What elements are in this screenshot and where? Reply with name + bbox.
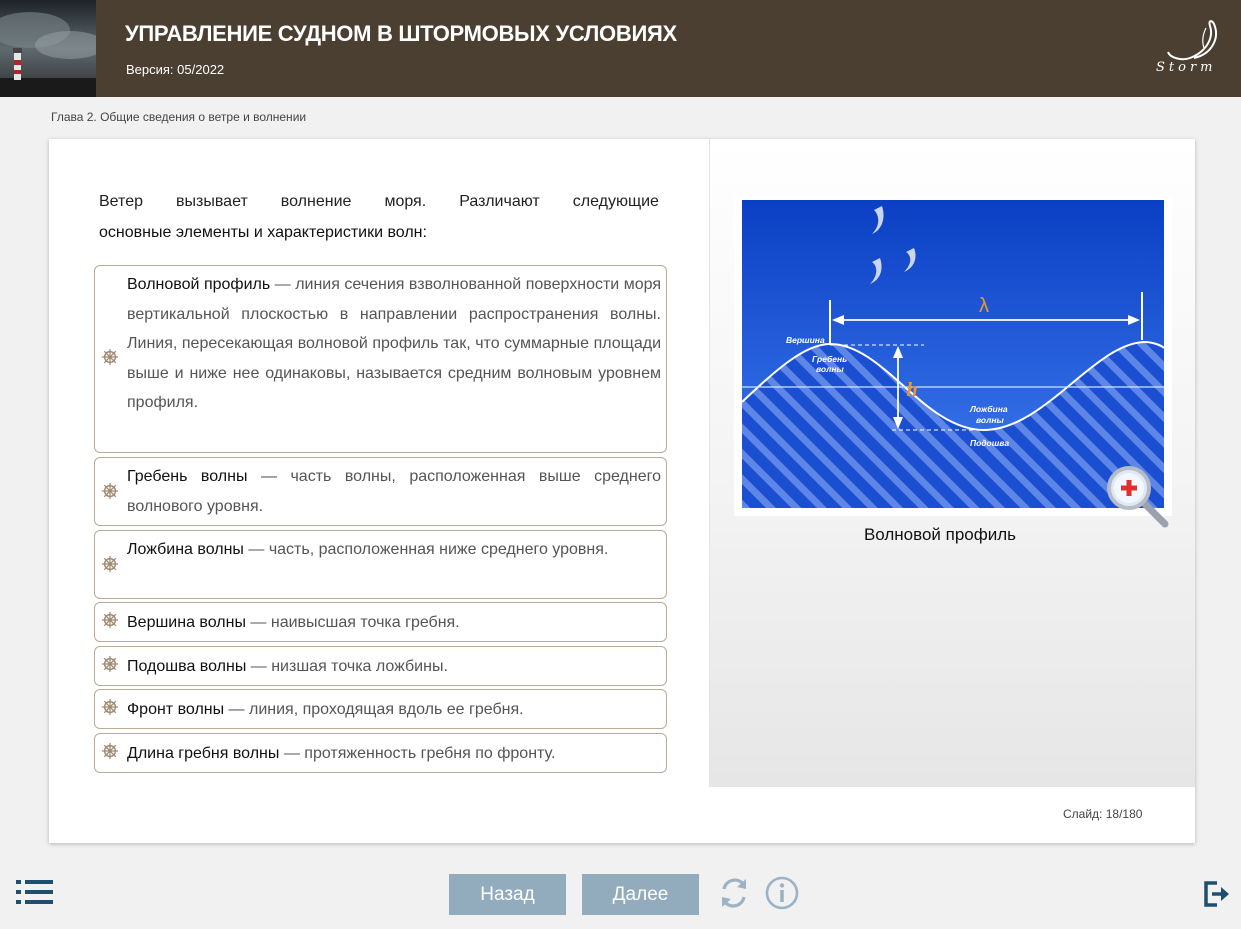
height-label: h bbox=[906, 379, 917, 401]
slide-counter-label: Слайд: bbox=[1063, 807, 1103, 821]
course-version: Версия: 05/2022 bbox=[126, 62, 225, 77]
lambda-label: λ bbox=[979, 295, 989, 317]
definition-body: наивысшая точка гребня. bbox=[270, 614, 460, 631]
intro-word: следующие bbox=[572, 193, 659, 210]
back-button[interactable]: Назад bbox=[449, 874, 566, 915]
definition-item-trough-bottom: Подошва волны — низшая точка ложбины. bbox=[94, 646, 667, 686]
ship-wheel-icon bbox=[101, 698, 119, 716]
crest-label-2: волны bbox=[816, 364, 845, 374]
app-header: УПРАВЛЕНИЕ СУДНОМ В ШТОРМОВЫХ УСЛОВИЯХ В… bbox=[0, 0, 1241, 97]
intro-word: Ветер bbox=[99, 193, 143, 210]
intro-line-2: основные элементы и характеристики волн: bbox=[99, 224, 427, 241]
definition-item-trough: Ложбина волны — часть, расположенная ниж… bbox=[94, 530, 667, 599]
intro-word: моря. bbox=[384, 193, 427, 210]
header-photo-lighthouse bbox=[0, 0, 96, 97]
definition-term: Подошва волны bbox=[127, 658, 247, 675]
ship-wheel-icon bbox=[101, 348, 119, 366]
definition-item-wave-profile: Волновой профиль — линия сечения взволно… bbox=[94, 265, 667, 453]
definition-text: Длина гребня волны — протяженность гребн… bbox=[127, 739, 661, 769]
definition-text: Фронт волны — линия, проходящая вдоль ее… bbox=[127, 695, 661, 725]
ship-wheel-icon bbox=[101, 742, 119, 760]
trough-bottom-label: Подошва bbox=[970, 438, 1009, 448]
definition-item-crest: Гребень волны — часть волны, расположенн… bbox=[94, 457, 667, 526]
definition-dash: — bbox=[245, 614, 271, 631]
replay-icon[interactable] bbox=[716, 875, 752, 911]
definition-term: Фронт волны bbox=[127, 701, 225, 718]
crest-top-label: Вершина bbox=[786, 335, 825, 345]
definition-dash: — bbox=[224, 701, 249, 718]
definition-text: Подошва волны — низшая точка ложбины. bbox=[127, 652, 661, 682]
crest-label-1: Гребень bbox=[812, 354, 847, 364]
intro-word: Различают bbox=[459, 193, 540, 210]
definition-text: Вершина волны — наивысшая точка гребня. bbox=[127, 608, 661, 638]
slide-card: Ветер вызывает волнение моря. Различают … bbox=[49, 139, 1195, 843]
menu-list-icon[interactable] bbox=[16, 879, 54, 905]
definition-body: протяженность гребня по фронту. bbox=[304, 745, 556, 762]
intro-line-1: Ветер вызывает волнение моря. Различают … bbox=[99, 186, 659, 217]
figure-panel: λ h Вершина Гребень волны Ложбина волны … bbox=[709, 139, 1195, 787]
exit-icon[interactable] bbox=[1203, 880, 1231, 908]
definition-text: Гребень волны — часть волны, расположенн… bbox=[127, 462, 661, 521]
definition-body: низшая точка ложбины. bbox=[271, 658, 448, 675]
definition-dash: — bbox=[270, 276, 296, 293]
definition-body: часть, расположенная ниже среднего уровн… bbox=[268, 541, 609, 558]
slide-counter: Слайд: 18/180 bbox=[1063, 807, 1142, 821]
definition-item-crest-length: Длина гребня волны — протяженность гребн… bbox=[94, 733, 667, 773]
breadcrumb: Глава 2. Общие сведения о ветре и волнен… bbox=[51, 110, 307, 124]
slide-counter-value: 18/180 bbox=[1105, 807, 1143, 821]
definition-term: Ложбина волны bbox=[127, 541, 244, 558]
definition-term: Волновой профиль bbox=[127, 276, 271, 293]
definition-dash: — bbox=[243, 541, 269, 558]
definition-dash: — bbox=[246, 658, 272, 675]
definition-term: Гребень волны bbox=[127, 468, 248, 485]
trough-label-1: Ложбина bbox=[969, 404, 1008, 414]
definition-dash: — bbox=[279, 745, 305, 762]
definition-body: линия сечения взволнованной поверхности … bbox=[127, 276, 662, 411]
definition-term: Длина гребня волны bbox=[127, 745, 280, 762]
definition-dash: — bbox=[247, 468, 291, 485]
intro-text: Ветер вызывает волнение моря. Различают … bbox=[99, 186, 659, 248]
trough-label-2: волны bbox=[976, 415, 1005, 425]
definition-body: линия, проходящая вдоль ее гребня. bbox=[249, 701, 524, 718]
definition-text: Волновой профиль — линия сечения взволно… bbox=[127, 270, 661, 418]
ship-wheel-icon bbox=[101, 482, 119, 500]
ship-wheel-icon bbox=[101, 611, 119, 629]
zoom-in-icon[interactable] bbox=[1105, 464, 1175, 534]
definition-term: Вершина волны bbox=[127, 614, 246, 631]
figure-caption: Волновой профиль bbox=[863, 525, 1017, 544]
definition-text: Ложбина волны — часть, расположенная ниж… bbox=[127, 535, 661, 565]
intro-word: вызывает bbox=[176, 193, 248, 210]
intro-word: волнение bbox=[280, 193, 352, 210]
definition-item-front: Фронт волны — линия, проходящая вдоль ее… bbox=[94, 689, 667, 729]
ship-wheel-icon bbox=[101, 655, 119, 673]
info-icon[interactable] bbox=[764, 875, 800, 911]
brand-name: Storm bbox=[1156, 60, 1217, 75]
ship-wheel-icon bbox=[101, 555, 119, 573]
course-title: УПРАВЛЕНИЕ СУДНОМ В ШТОРМОВЫХ УСЛОВИЯХ bbox=[125, 21, 677, 46]
next-button[interactable]: Далее bbox=[582, 874, 699, 915]
definition-item-crest-top: Вершина волны — наивысшая точка гребня. bbox=[94, 602, 667, 642]
